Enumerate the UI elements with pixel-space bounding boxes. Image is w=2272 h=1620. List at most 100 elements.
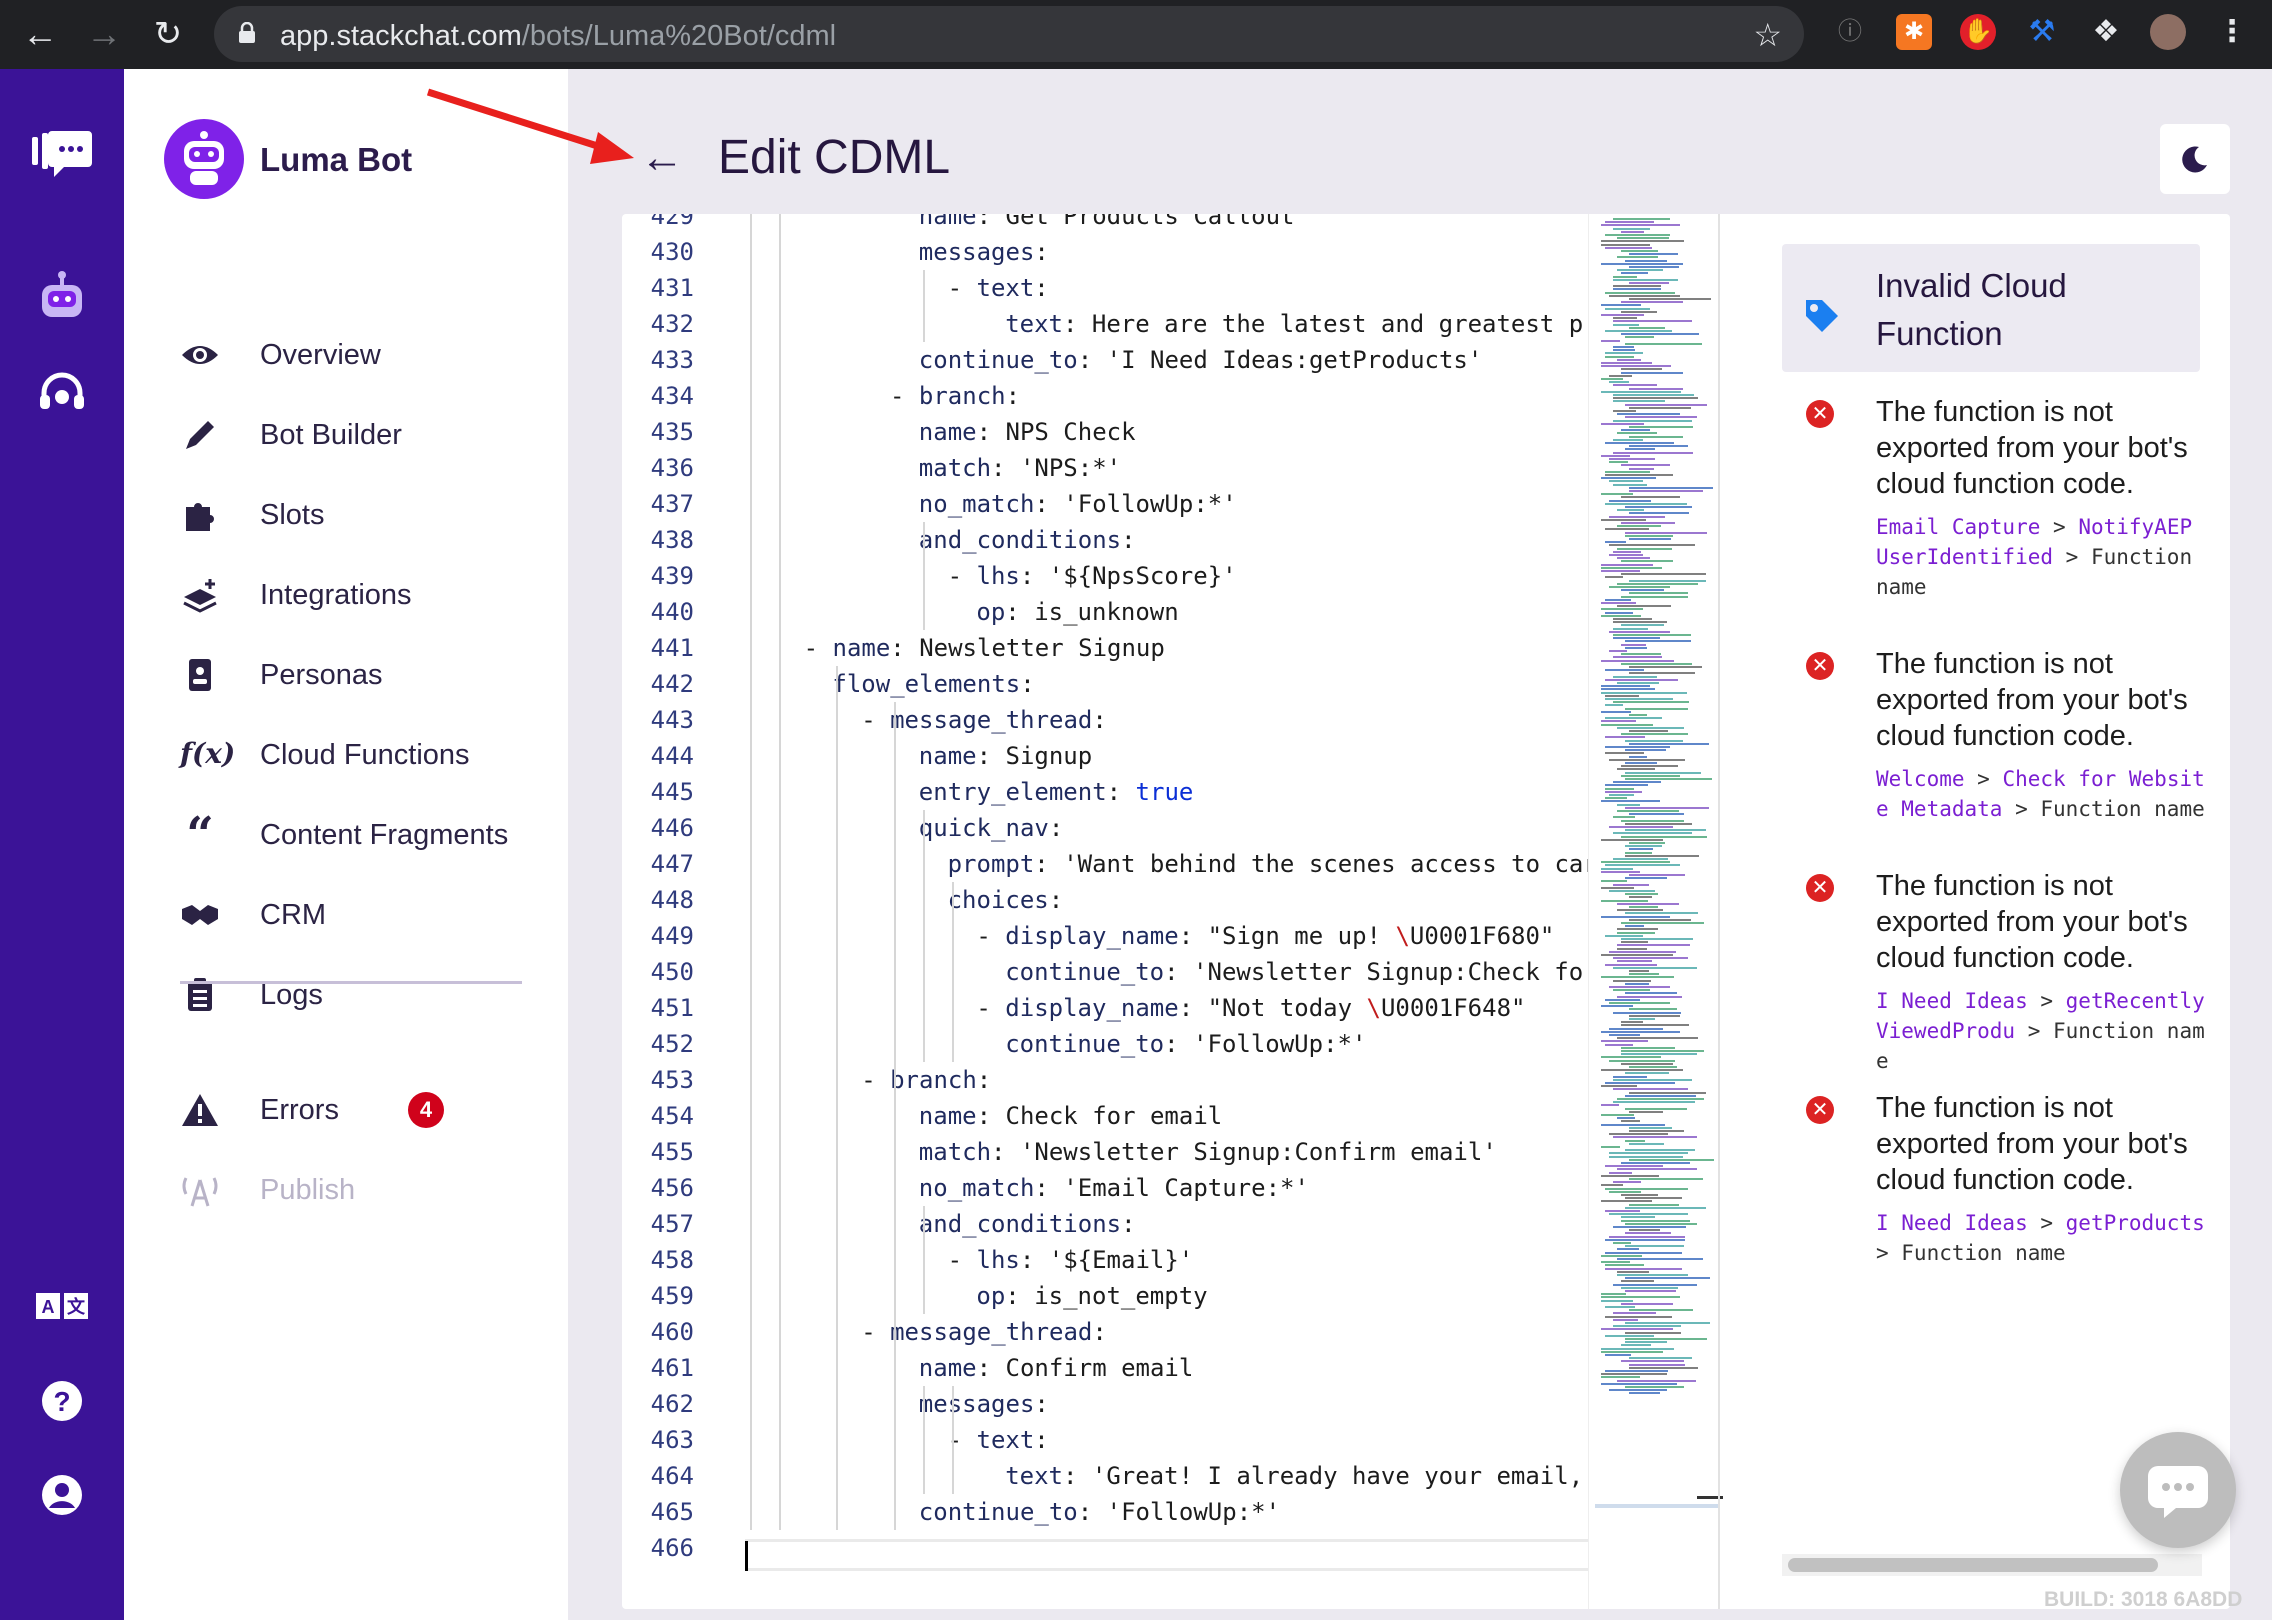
profile-avatar[interactable] — [2150, 14, 2186, 50]
forward-icon[interactable]: → — [82, 12, 126, 56]
info-icon[interactable]: ⓘ — [1832, 14, 1868, 50]
reload-icon[interactable]: ↻ — [146, 12, 190, 56]
sidebar-item-bot-builder[interactable]: Bot Builder — [180, 405, 540, 465]
error-path-link[interactable]: I Need Ideas — [1876, 989, 2028, 1013]
minimap-line — [1601, 1261, 1630, 1264]
minimap-line — [1617, 1248, 1639, 1251]
headset-support-icon[interactable] — [30, 363, 94, 427]
minimap-line — [1625, 829, 1706, 832]
minimap-line — [1621, 819, 1684, 822]
annotation-arrow — [426, 88, 634, 164]
hubspot-extension-icon[interactable]: ✱ — [1896, 14, 1932, 50]
error-path-link[interactable]: getProducts — [2066, 1211, 2205, 1235]
minimap-line — [1605, 1264, 1644, 1267]
minimap-line — [1613, 346, 1634, 348]
handshake-icon — [182, 905, 218, 925]
sidebar-item-crm[interactable]: CRM — [180, 885, 540, 945]
code-line: 458 - lhs: '${Email}' — [622, 1242, 1588, 1278]
code-minimap[interactable] — [1588, 214, 1723, 1609]
minimap-line — [1621, 310, 1657, 313]
minimap-line — [1601, 880, 1627, 883]
line-number: 458 — [650, 1246, 694, 1274]
minimap-line — [1605, 598, 1631, 601]
minimap-line — [1613, 218, 1670, 220]
sidebar-item-errors[interactable]: Errors 4 — [180, 1080, 540, 1140]
minimap-line — [1605, 864, 1680, 867]
sidebar-item-overview[interactable]: Overview — [180, 325, 540, 385]
minimap-line — [1629, 918, 1691, 921]
code-text: continue_to: 'FollowUp:*' — [918, 1498, 1281, 1526]
sidebar-item-label: Errors — [260, 1094, 339, 1126]
minimap-line — [1625, 403, 1707, 406]
minimap-line — [1609, 458, 1655, 460]
code-text: - branch: — [890, 382, 1021, 410]
account-icon[interactable] — [30, 1463, 94, 1527]
dark-mode-toggle[interactable] — [2160, 124, 2230, 194]
minimap-line — [1605, 541, 1626, 544]
chat-launcher-button[interactable] — [2120, 1432, 2236, 1548]
editor-scrollbar[interactable] — [1718, 214, 1720, 1609]
minimap-line — [1625, 259, 1667, 262]
minimap-line — [1621, 429, 1650, 432]
minimap-line — [1625, 416, 1697, 419]
back-icon[interactable]: ← — [18, 12, 62, 56]
minimap-line — [1613, 483, 1647, 486]
code-text: - display_name: "Sign me up! \U0001F680" — [976, 922, 1555, 950]
menu-kebab-icon[interactable]: ⋮ — [2214, 14, 2250, 50]
minimap-line — [1617, 928, 1658, 931]
error-path-link[interactable]: I Need Ideas — [1876, 1211, 2028, 1235]
puzzle-icon — [186, 503, 214, 531]
minimap-line — [1613, 832, 1692, 835]
minimap-line — [1605, 678, 1678, 681]
minimap-line — [1613, 394, 1694, 396]
minimap-line — [1601, 1056, 1661, 1059]
translate-icon[interactable]: A 文 — [30, 1275, 94, 1339]
minimap-line — [1625, 1331, 1681, 1334]
sidebar-item-personas[interactable]: Personas — [180, 645, 540, 705]
sidebar-item-integrations[interactable]: Integrations — [180, 565, 540, 625]
code-text: name: Check for email — [918, 1102, 1223, 1130]
stackchat-logo-icon[interactable] — [30, 121, 94, 185]
minimap-line — [1625, 336, 1654, 339]
minimap-line — [1601, 390, 1681, 393]
minimap-line — [1605, 1082, 1675, 1084]
minimap-line — [1625, 851, 1652, 854]
minimap-viewport — [1595, 1504, 1719, 1508]
scrollbar-thumb[interactable] — [1788, 1558, 2158, 1572]
minimap-line — [1613, 621, 1667, 624]
sidebar-item-cloud-functions[interactable]: f(x) Cloud Functions — [180, 725, 540, 785]
back-arrow-icon[interactable]: ← — [640, 132, 684, 184]
line-number: 462 — [650, 1390, 694, 1418]
code-text: flow_elements: — [832, 670, 1035, 698]
bookmark-star-icon[interactable]: ☆ — [1753, 16, 1782, 54]
code-line: 441 - name: Newsletter Signup — [622, 630, 1588, 666]
sidebar-item-logs[interactable]: Logs — [180, 965, 540, 1025]
minimap-line — [1629, 1066, 1677, 1068]
minimap-line — [1629, 253, 1678, 256]
minimap-line — [1605, 474, 1673, 476]
minimap-line — [1621, 1194, 1658, 1196]
code-editor[interactable]: 429 name: Get Products Callout 430 messages… — [622, 214, 1588, 1609]
minimap-line — [1613, 957, 1688, 960]
minimap-line — [1625, 845, 1662, 848]
error-path-link[interactable]: Welcome — [1876, 767, 1965, 791]
extensions-puzzle-icon[interactable]: ❖ — [2088, 14, 2124, 50]
error-path-link[interactable]: Email Capture — [1876, 515, 2040, 539]
minimap-line — [1605, 352, 1643, 355]
minimap-line — [1629, 426, 1693, 428]
error-path-separator: > Function name — [1876, 1241, 2066, 1265]
sidebar-item-publish[interactable]: Publish — [180, 1160, 540, 1220]
help-icon[interactable]: ? — [30, 1369, 94, 1433]
bot-icon[interactable] — [30, 267, 94, 331]
adblock-extension-icon[interactable]: ✋ — [1960, 14, 1996, 50]
errors-horizontal-scrollbar[interactable] — [1782, 1554, 2202, 1576]
minimap-line — [1625, 762, 1657, 764]
code-line: 434 - branch: — [622, 378, 1588, 414]
minimap-line — [1617, 1098, 1704, 1100]
svg-text:A: A — [42, 1297, 55, 1317]
pin-extension-icon[interactable]: ⚒ — [2024, 14, 2060, 50]
sidebar-item-slots[interactable]: Slots — [180, 485, 540, 545]
cdml-panel: 429 name: Get Products Callout 430 messages… — [622, 214, 2230, 1609]
address-bar[interactable]: app.stackchat.com/bots/Luma%20Bot/cdml ☆ — [214, 6, 1804, 62]
sidebar-item-content-fragments[interactable]: “ Content Fragments — [180, 805, 540, 865]
